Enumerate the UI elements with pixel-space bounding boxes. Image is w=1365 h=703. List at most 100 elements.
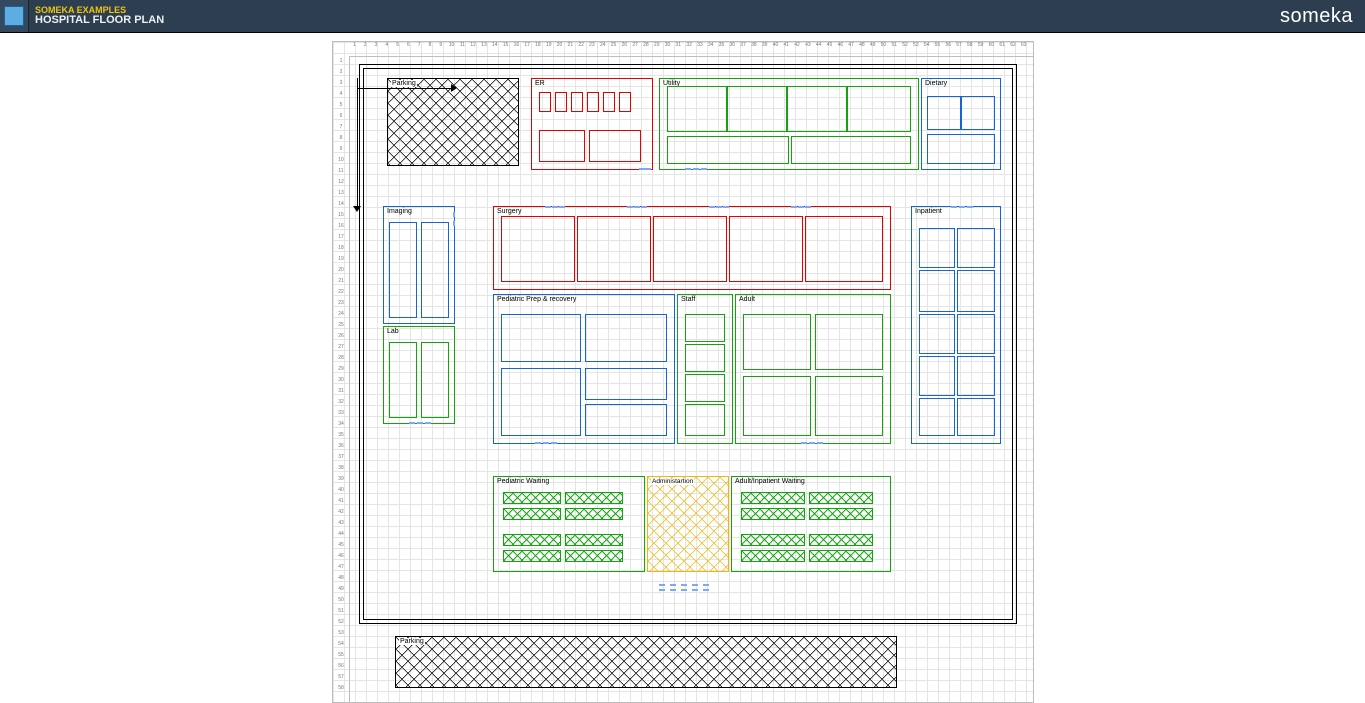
surgery-sub xyxy=(729,216,803,282)
inpatient-sub xyxy=(919,314,955,354)
surgery-sub xyxy=(653,216,727,282)
lab-sub xyxy=(421,342,449,418)
label-dietary: Dietary xyxy=(925,80,947,87)
room-parking: Parking xyxy=(387,78,519,166)
er-bay xyxy=(619,92,631,112)
seating-row xyxy=(741,492,805,504)
seating-row xyxy=(503,534,561,546)
room-admin: Administartion xyxy=(647,476,729,572)
door-dash xyxy=(801,442,823,444)
label-parking-bottom: Parking xyxy=(399,638,425,645)
door-dash xyxy=(709,206,729,208)
seating-row xyxy=(741,534,805,546)
staff-sub xyxy=(685,404,725,436)
seating-row xyxy=(809,492,873,504)
utility-sub xyxy=(667,136,789,164)
label-inpatient: Inpatient xyxy=(915,208,942,215)
door-dash xyxy=(627,206,647,208)
lab-sub xyxy=(389,342,417,418)
er-room xyxy=(539,130,585,162)
adult-sub xyxy=(815,314,883,370)
utility-sub xyxy=(787,86,847,132)
seating-row xyxy=(741,508,805,520)
pedprep-sub xyxy=(585,368,667,400)
seating-row xyxy=(741,550,805,562)
label-adultwaiting: Adult/Inpatient Waiting xyxy=(735,478,805,485)
page-title: HOSPITAL FLOOR PLAN xyxy=(35,15,164,27)
utility-sub xyxy=(847,86,911,132)
utility-sub xyxy=(667,86,727,132)
door-dash xyxy=(535,442,557,444)
arrow-down-icon xyxy=(353,206,361,212)
label-pedprep: Pediatric Prep & recovery xyxy=(497,296,576,303)
seating-row xyxy=(503,550,561,562)
label-adult: Adult xyxy=(739,296,755,303)
north-line-v xyxy=(357,78,358,208)
surgery-sub xyxy=(501,216,575,282)
er-room xyxy=(589,130,641,162)
room-parking-bottom: Parking xyxy=(395,636,897,688)
imaging-sub xyxy=(389,222,417,318)
door-dash xyxy=(951,206,973,208)
er-bay xyxy=(587,92,599,112)
er-bay xyxy=(539,92,551,112)
ruler-top: 1234567891011121314151617181920212223242… xyxy=(349,42,1033,57)
label-surgery: Surgery xyxy=(497,208,522,215)
door-dash xyxy=(453,212,455,226)
seating-row xyxy=(565,508,623,520)
dietary-sub xyxy=(927,134,995,164)
staff-sub xyxy=(685,344,725,372)
imaging-sub xyxy=(421,222,449,318)
dietary-sub xyxy=(961,96,995,130)
inpatient-sub xyxy=(957,356,995,396)
seating-row xyxy=(503,492,561,504)
pedprep-sub xyxy=(501,368,581,436)
app-icon xyxy=(0,0,29,32)
seating-row xyxy=(565,550,623,562)
inpatient-sub xyxy=(957,270,995,312)
surgery-sub xyxy=(577,216,651,282)
seating-row xyxy=(565,492,623,504)
watermark: someka xyxy=(1280,0,1353,32)
door-dash xyxy=(659,589,709,591)
surgery-sub xyxy=(805,216,883,282)
seating-row xyxy=(809,508,873,520)
adult-sub xyxy=(815,376,883,436)
dietary-sub xyxy=(927,96,961,130)
label-lab: Lab xyxy=(387,328,399,335)
door-dash xyxy=(685,168,707,170)
stage: 1234567891011121314151617181920212223242… xyxy=(0,41,1365,701)
staff-sub xyxy=(685,374,725,402)
seating-row xyxy=(565,534,623,546)
adult-sub xyxy=(743,314,811,370)
label-staff: Staff xyxy=(681,296,695,303)
inpatient-sub xyxy=(919,270,955,312)
floorplan-canvas: 1234567891011121314151617181920212223242… xyxy=(332,41,1034,703)
er-bay xyxy=(571,92,583,112)
er-bay xyxy=(555,92,567,112)
inpatient-sub xyxy=(957,228,995,268)
staff-sub xyxy=(685,314,725,342)
label-parking: Parking xyxy=(391,80,417,87)
seating-row xyxy=(503,508,561,520)
title-text: SOMEKA EXAMPLES HOSPITAL FLOOR PLAN xyxy=(29,0,164,32)
inpatient-sub xyxy=(957,398,995,436)
adult-sub xyxy=(743,376,811,436)
door-dash xyxy=(409,422,431,424)
door-dash xyxy=(791,206,811,208)
utility-sub xyxy=(727,86,787,132)
ruler-left: 1234567891011121314151617181920212223242… xyxy=(333,56,350,702)
pedprep-sub xyxy=(501,314,581,362)
door-dash xyxy=(639,168,651,170)
door-dash xyxy=(545,206,565,208)
title-bar: SOMEKA EXAMPLES HOSPITAL FLOOR PLAN some… xyxy=(0,0,1365,33)
seating-row xyxy=(809,534,873,546)
door-dash xyxy=(659,584,709,586)
inpatient-sub xyxy=(919,398,955,436)
label-pedwaiting: Pediatric Waiting xyxy=(497,478,549,485)
inpatient-sub xyxy=(919,228,955,268)
inpatient-sub xyxy=(919,356,955,396)
label-imaging: Imaging xyxy=(387,208,412,215)
utility-sub xyxy=(791,136,911,164)
label-admin: Administartion xyxy=(651,478,694,485)
